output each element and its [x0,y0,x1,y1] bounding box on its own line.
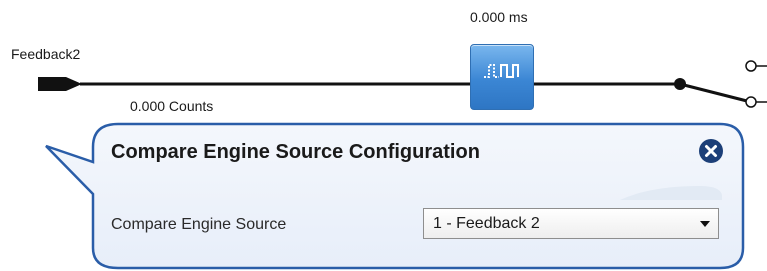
input-connector [38,77,82,91]
time-readout: 0.000 ms [470,9,528,25]
chevron-down-icon [700,221,710,227]
compare-engine-source-select[interactable]: 1 - Feedback 2 [423,208,719,239]
pulse-waveform-icon [484,64,519,78]
switch-arm [679,82,748,103]
select-value: 1 - Feedback 2 [433,215,540,232]
switch-terminal-top [745,60,757,72]
counts-readout: 0.000 Counts [130,98,214,114]
compare-engine-block[interactable] [470,44,534,110]
switch-terminal-bottom [745,96,757,108]
signal-name-label: Feedback2 [11,46,81,62]
close-button[interactable] [699,139,723,163]
compare-engine-source-label: Compare Engine Source [111,216,287,233]
close-icon [705,145,717,157]
popup-title: Compare Engine Source Configuration [111,141,480,163]
